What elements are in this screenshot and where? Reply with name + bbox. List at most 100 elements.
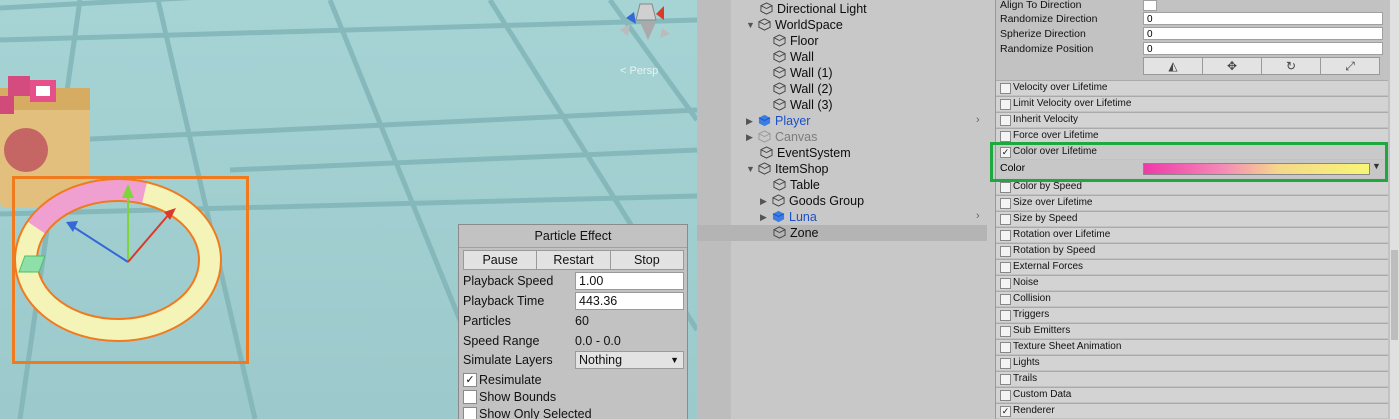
hierarchy-item-wall-3[interactable]: Wall (3) (773, 97, 833, 113)
hierarchy-item-itemshop[interactable]: ▼ ItemShop (746, 161, 829, 177)
pause-button[interactable]: Pause (463, 250, 538, 270)
scene-view[interactable]: < Persp Particle Effect Pause Restart St… (0, 0, 697, 419)
module-checkbox[interactable]: ✓ (1000, 147, 1011, 158)
hierarchy-item-player[interactable]: ▶ Player (746, 113, 810, 129)
expanded-arrow-icon[interactable]: ▼ (746, 17, 758, 33)
module-limit-velocity-over-lifetime[interactable]: Limit Velocity over Lifetime (996, 96, 1388, 111)
module-renderer[interactable]: ✓ Renderer (996, 403, 1388, 418)
module-checkbox[interactable] (1000, 342, 1011, 353)
randomize-direction-field[interactable]: 0 (1143, 12, 1383, 25)
resimulate-row[interactable]: ✓ Resimulate (463, 371, 683, 389)
hierarchy-item-wall-2[interactable]: Wall (2) (773, 81, 833, 97)
show-bounds-checkbox[interactable] (463, 390, 477, 404)
module-external-forces[interactable]: External Forces (996, 259, 1388, 274)
stop-button[interactable]: Stop (609, 250, 684, 270)
module-rotation-over-lifetime[interactable]: Rotation over Lifetime (996, 227, 1388, 242)
item-label: Table (790, 178, 820, 192)
collapsed-arrow-icon[interactable]: ▶ (746, 113, 758, 129)
spherize-direction-field[interactable]: 0 (1143, 27, 1383, 40)
show-bounds-label: Show Bounds (479, 390, 557, 404)
module-lights[interactable]: Lights (996, 355, 1388, 370)
particles-row: Particles 60 (463, 312, 683, 330)
show-only-selected-row[interactable]: Show Only Selected (463, 405, 683, 419)
playback-time-field[interactable]: 443.36 (575, 292, 684, 310)
hierarchy-item-zone[interactable]: Zone (773, 225, 819, 241)
module-collision[interactable]: Collision (996, 291, 1388, 306)
rotate-tool-icon[interactable]: ↻ (1261, 57, 1321, 75)
hierarchy-item-eventsystem[interactable]: EventSystem (760, 145, 851, 161)
module-checkbox[interactable] (1000, 99, 1011, 110)
module-sub-emitters[interactable]: Sub Emitters (996, 323, 1388, 338)
scrollbar-thumb[interactable] (1391, 250, 1398, 340)
hierarchy-item-goods-group[interactable]: ▶ Goods Group (760, 193, 864, 209)
module-noise[interactable]: Noise (996, 275, 1388, 290)
module-texture-sheet-animation[interactable]: Texture Sheet Animation (996, 339, 1388, 354)
module-checkbox[interactable] (1000, 182, 1011, 193)
hierarchy-item-table[interactable]: Table (773, 177, 820, 193)
module-checkbox[interactable] (1000, 326, 1011, 337)
shape-edit-icon[interactable]: ◭ (1143, 57, 1203, 75)
color-gradient-field[interactable] (1143, 163, 1370, 175)
module-rotation-by-speed[interactable]: Rotation by Speed (996, 243, 1388, 258)
module-checkbox[interactable] (1000, 230, 1011, 241)
show-only-selected-checkbox[interactable] (463, 407, 477, 419)
gradient-dropdown-icon[interactable]: ▼ (1372, 161, 1381, 171)
module-triggers[interactable]: Triggers (996, 307, 1388, 322)
module-color-over-lifetime[interactable]: ✓ Color over Lifetime (996, 144, 1388, 159)
collapsed-arrow-icon[interactable]: ▶ (760, 193, 772, 209)
module-checkbox[interactable] (1000, 358, 1011, 369)
module-inherit-velocity[interactable]: Inherit Velocity (996, 112, 1388, 127)
item-label: Luna (789, 210, 817, 224)
move-tool-icon[interactable]: ✥ (1202, 57, 1262, 75)
module-size-by-speed[interactable]: Size by Speed (996, 211, 1388, 226)
module-label: Sub Emitters (1013, 325, 1071, 336)
module-custom-data[interactable]: Custom Data (996, 387, 1388, 402)
module-label: Renderer (1013, 405, 1055, 416)
prefab-open-chevron-icon[interactable]: › (976, 114, 980, 126)
scale-tool-icon[interactable]: ⤢ (1320, 57, 1380, 75)
module-label: Size by Speed (1013, 213, 1078, 224)
module-force-over-lifetime[interactable]: Force over Lifetime (996, 128, 1388, 143)
show-bounds-row[interactable]: Show Bounds (463, 388, 683, 406)
simulate-layers-dropdown[interactable]: Nothing ▼ (575, 351, 684, 369)
module-trails[interactable]: Trails (996, 371, 1388, 386)
module-checkbox[interactable] (1000, 115, 1011, 126)
restart-button[interactable]: Restart (536, 250, 611, 270)
selected-row-highlight (697, 225, 987, 241)
hierarchy-item-luna[interactable]: ▶ Luna (760, 209, 817, 225)
module-size-over-lifetime[interactable]: Size over Lifetime (996, 195, 1388, 210)
hierarchy-item-directional-light[interactable]: Directional Light (760, 1, 867, 17)
persp-label[interactable]: < Persp (620, 65, 658, 77)
module-checkbox[interactable] (1000, 246, 1011, 257)
module-checkbox[interactable] (1000, 214, 1011, 225)
prefab-open-chevron-icon[interactable]: › (976, 210, 980, 222)
module-checkbox[interactable] (1000, 262, 1011, 273)
module-checkbox[interactable] (1000, 374, 1011, 385)
resimulate-checkbox[interactable]: ✓ (463, 373, 477, 387)
module-checkbox[interactable] (1000, 278, 1011, 289)
module-checkbox[interactable] (1000, 131, 1011, 142)
prop-spherize-direction-label: Spherize Direction (1000, 28, 1086, 40)
simulate-layers-value: Nothing (579, 353, 623, 367)
module-checkbox[interactable] (1000, 390, 1011, 401)
module-checkbox[interactable] (1000, 83, 1011, 94)
expanded-arrow-icon[interactable]: ▼ (746, 161, 758, 177)
module-checkbox[interactable] (1000, 310, 1011, 321)
module-color-by-speed[interactable]: Color by Speed (996, 179, 1388, 194)
hierarchy-item-canvas[interactable]: ▶ Canvas (746, 129, 817, 145)
hierarchy-item-worldspace[interactable]: ▼ WorldSpace (746, 17, 843, 33)
playback-speed-field[interactable]: 1.00 (575, 272, 684, 290)
randomize-position-field[interactable]: 0 (1143, 42, 1383, 55)
module-label: Size over Lifetime (1013, 197, 1093, 208)
inspector-scrollbar[interactable] (1390, 0, 1399, 419)
module-checkbox[interactable] (1000, 198, 1011, 209)
collapsed-arrow-icon[interactable]: ▶ (760, 209, 772, 225)
hierarchy-item-wall[interactable]: Wall (773, 49, 814, 65)
collapsed-arrow-icon[interactable]: ▶ (746, 129, 758, 145)
module-checkbox[interactable] (1000, 294, 1011, 305)
module-checkbox[interactable]: ✓ (1000, 406, 1011, 417)
align-to-direction-checkbox[interactable] (1143, 0, 1157, 11)
hierarchy-item-wall-1[interactable]: Wall (1) (773, 65, 833, 81)
module-velocity-over-lifetime[interactable]: Velocity over Lifetime (996, 80, 1388, 95)
hierarchy-item-floor[interactable]: Floor (773, 33, 818, 49)
